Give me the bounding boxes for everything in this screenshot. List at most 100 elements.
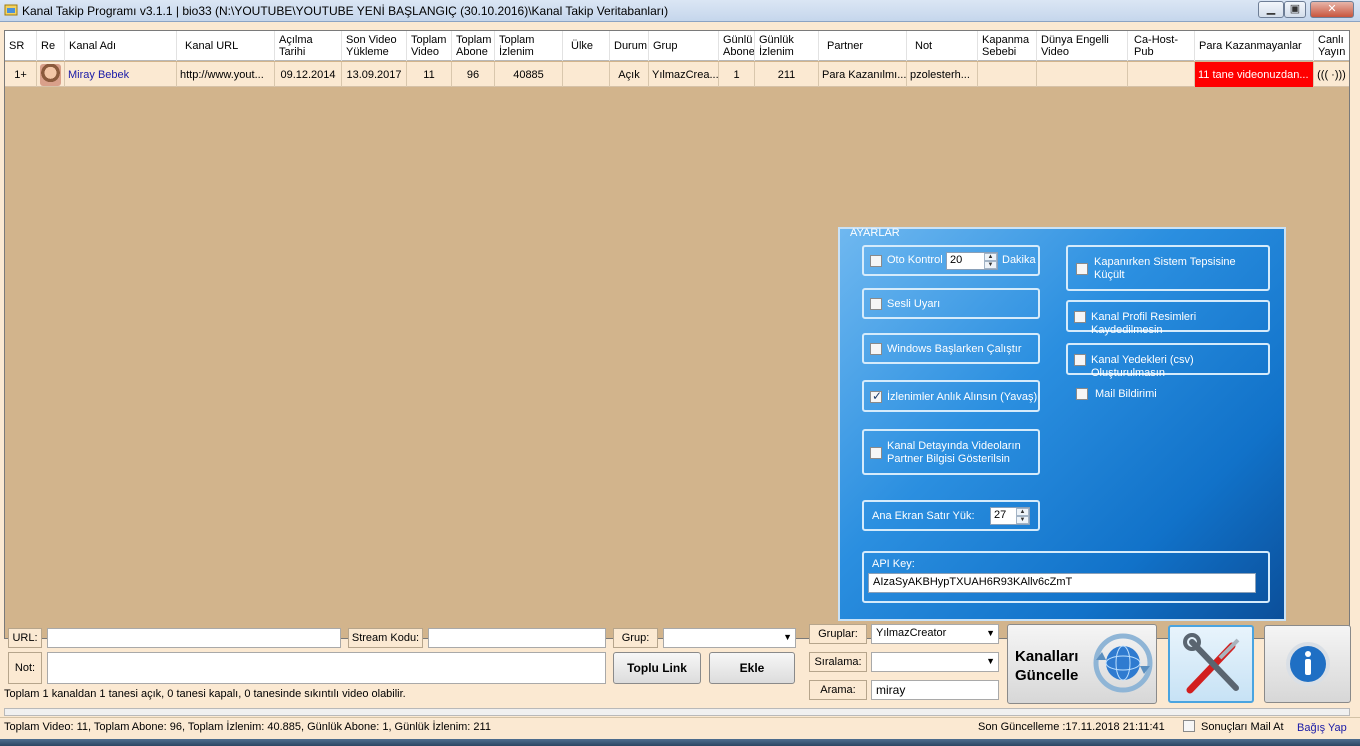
url-input[interactable] [47, 628, 341, 648]
avatar [40, 63, 61, 86]
gruplar-select[interactable]: YılmazCreator ▼ [871, 624, 999, 644]
col-gunluk-izlenim[interactable]: Günlük İzlenim [755, 31, 819, 61]
cell-para-kazanmayanlar[interactable]: 11 tane videonuzdan... [1195, 62, 1314, 87]
cell-toplam-video[interactable]: 11 [407, 62, 452, 87]
update-channels-label: Kanalları Güncelle [1015, 648, 1079, 684]
spin-up-icon[interactable]: ▲ [1016, 508, 1029, 516]
last-update-status: Son Güncelleme :17.11.2018 21:11:41 [978, 721, 1165, 733]
settings-button[interactable] [1168, 625, 1254, 703]
divider [0, 717, 1360, 718]
cell-sr[interactable]: 1+ [5, 62, 37, 87]
kanal-detay-group: Kanal Detayında Videoların Partner Bilgi… [862, 429, 1040, 475]
chevron-down-icon: ▼ [986, 628, 995, 638]
cell-kanal-url[interactable]: http://www.yout... [177, 62, 275, 87]
minimize-button[interactable]: ▁ [1258, 1, 1284, 18]
tray-checkbox[interactable] [1076, 263, 1088, 275]
col-sr[interactable]: SR [5, 31, 37, 61]
izlenim-anlik-checkbox[interactable] [870, 389, 882, 403]
donate-link[interactable]: Bağış Yap [1297, 722, 1347, 734]
col-not[interactable]: Not [907, 31, 978, 61]
cell-kapanma-sebebi[interactable] [978, 62, 1037, 87]
summary-text: Toplam 1 kanaldan 1 tanesi açık, 0 tanes… [4, 688, 406, 700]
siralama-label: Sıralama: [809, 652, 867, 672]
cell-durum[interactable]: Açık [610, 62, 649, 87]
mail-results-label[interactable]: Sonuçları Mail At [1201, 721, 1284, 733]
cell-not[interactable]: pzolesterh... [907, 62, 978, 87]
col-ca-host-pub[interactable]: Ca-Host-Pub [1128, 31, 1195, 61]
col-son-video[interactable]: Son Video Yükleme [342, 31, 407, 61]
yedek-checkbox[interactable] [1074, 354, 1086, 366]
cell-toplam-abone[interactable]: 96 [452, 62, 495, 87]
cell-dunya-engelli[interactable] [1037, 62, 1128, 87]
yedek-label[interactable]: Kanal Yedekleri (csv) Oluşturulmasın [1091, 354, 1268, 380]
col-partner[interactable]: Partner [819, 31, 907, 61]
tray-label[interactable]: Kapanırken Sistem Tepsisine Küçült [1094, 256, 1264, 282]
cell-gunluk-izlenim[interactable]: 211 [755, 62, 819, 87]
taskbar [0, 739, 1360, 746]
col-dunya-engelli[interactable]: Dünya Engelli Video [1037, 31, 1128, 61]
sesli-uyari-checkbox[interactable] [870, 298, 882, 310]
cell-partner[interactable]: Para Kazanılmı... [819, 62, 907, 87]
cell-ulke[interactable] [563, 62, 610, 87]
profil-label[interactable]: Kanal Profil Resimleri Kaydedilmesin [1091, 311, 1268, 337]
col-toplam-video[interactable]: Toplam Video [407, 31, 452, 61]
cell-son-video[interactable]: 13.09.2017 [342, 62, 407, 87]
col-resim[interactable]: Re [37, 31, 65, 61]
spin-down-icon[interactable]: ▼ [984, 261, 997, 269]
oto-kontrol-checkbox[interactable] [870, 255, 882, 267]
info-button[interactable] [1264, 625, 1351, 703]
col-kapanma-sebebi[interactable]: Kapanma Sebebi [978, 31, 1037, 61]
windows-start-label[interactable]: Windows Başlarken Çalıştır [887, 343, 1022, 356]
grup-select[interactable]: ▼ [663, 628, 796, 648]
col-acilma-tarihi[interactable]: Açılma Tarihi [275, 31, 342, 61]
title-bar: Kanal Takip Programı v3.1.1 | bio33 (N:\… [0, 0, 1360, 22]
app-icon [4, 4, 18, 16]
cell-ca-host-pub[interactable] [1128, 62, 1195, 87]
cell-toplam-izlenim[interactable]: 40885 [495, 62, 563, 87]
kanal-detay-label[interactable]: Kanal Detayında Videoların Partner Bilgi… [887, 440, 1037, 466]
col-canli-yayin[interactable]: Canlı Yayın [1314, 31, 1349, 61]
cell-canli-yayin[interactable]: ((( ·))) [1314, 62, 1349, 87]
tray-group: Kapanırken Sistem Tepsisine Küçült [1066, 245, 1270, 291]
oto-kontrol-group: Oto Kontrol 20 ▲ ▼ Dakika [862, 245, 1040, 276]
cell-grup[interactable]: YılmazCrea... [649, 62, 719, 87]
arama-input[interactable]: miray [871, 680, 999, 700]
col-grup[interactable]: Grup [649, 31, 719, 61]
profil-checkbox[interactable] [1074, 311, 1086, 323]
siralama-select[interactable]: ▼ [871, 652, 999, 672]
sesli-uyari-group: Sesli Uyarı [862, 288, 1040, 319]
izlenim-anlik-label[interactable]: İzlenimler Anlık Alınsın (Yavaş) [887, 391, 1037, 404]
mail-label[interactable]: Mail Bildirimi [1095, 388, 1157, 400]
maximize-button[interactable]: ▣ [1284, 1, 1306, 18]
profil-group: Kanal Profil Resimleri Kaydedilmesin [1066, 300, 1270, 336]
col-toplam-abone[interactable]: Toplam Abone [452, 31, 495, 61]
cell-kanal-adi[interactable]: Miray Bebek [65, 62, 177, 87]
col-kanal-url[interactable]: Kanal URL [177, 31, 275, 61]
col-gunluk-abone[interactable]: Günlü Abone [719, 31, 755, 61]
col-toplam-izlenim[interactable]: Toplam İzlenim [495, 31, 563, 61]
toplu-link-button[interactable]: Toplu Link [613, 652, 701, 684]
col-ulke[interactable]: Ülke [563, 31, 610, 61]
cell-acilma-tarihi[interactable]: 09.12.2014 [275, 62, 342, 87]
stream-input[interactable] [428, 628, 606, 648]
table-row[interactable]: 1+ Miray Bebek http://www.yout... 09.12.… [5, 62, 1349, 87]
col-para-kazanmayanlar[interactable]: Para Kazanmayanlar [1195, 31, 1314, 61]
spin-down-icon[interactable]: ▼ [1016, 516, 1029, 524]
spin-up-icon[interactable]: ▲ [984, 253, 997, 261]
not-label: Not: [8, 652, 42, 684]
not-input[interactable] [47, 652, 606, 684]
kanal-detay-checkbox[interactable] [870, 447, 882, 459]
ekle-button[interactable]: Ekle [709, 652, 795, 684]
mail-checkbox[interactable] [1076, 388, 1088, 400]
sesli-uyari-label[interactable]: Sesli Uyarı [887, 298, 940, 311]
stream-label: Stream Kodu: [348, 628, 423, 648]
cell-avatar[interactable] [37, 62, 65, 87]
col-durum[interactable]: Durum [610, 31, 649, 61]
api-key-input[interactable]: AIzaSyAKBHypTXUAH6R93KAllv6cZmT [868, 573, 1256, 593]
windows-start-checkbox[interactable] [870, 343, 882, 355]
cell-gunluk-abone[interactable]: 1 [719, 62, 755, 87]
close-button[interactable]: ✕ [1310, 1, 1354, 18]
mail-results-checkbox[interactable] [1183, 720, 1195, 732]
update-channels-button[interactable]: Kanalları Güncelle [1007, 624, 1157, 704]
col-kanal-adi[interactable]: Kanal Adı [65, 31, 177, 61]
